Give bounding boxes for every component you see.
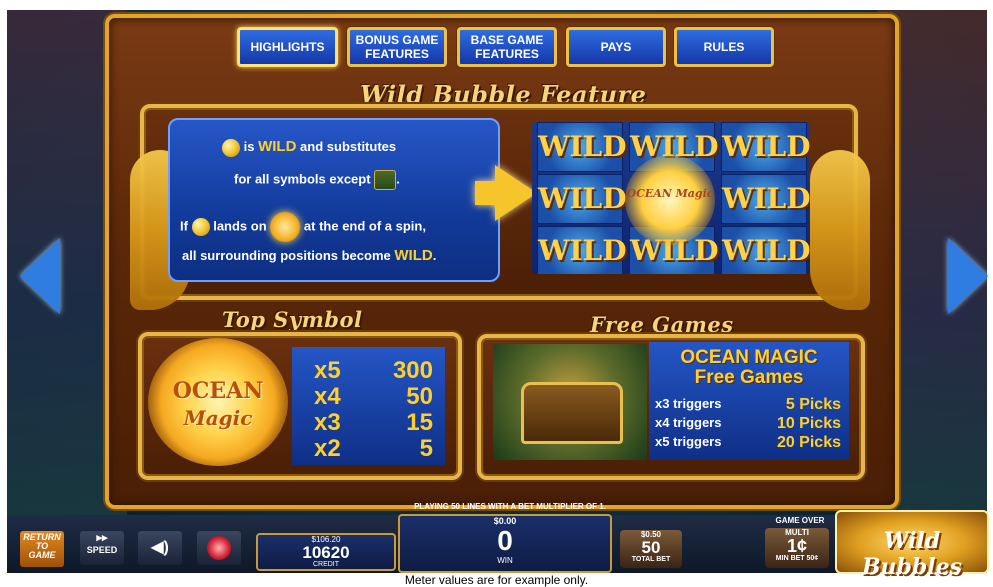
pay-row: x2 5 <box>292 435 445 462</box>
free-games-heading-1: OCEAN MAGIC <box>680 347 818 368</box>
wild-cell: WILD <box>721 122 810 172</box>
description-line-4: all surrounding positions become WILD. <box>182 247 436 264</box>
wild-feature-description-box: is WILD and substitutes for all symbols … <box>168 118 500 282</box>
ocean-magic-symbol: OCEAN Magic <box>148 338 288 466</box>
description-line-3: If lands on at the end of a spin, <box>180 212 426 242</box>
game-over-label: GAME OVER <box>775 516 825 525</box>
top-symbol-title: Top Symbol <box>222 307 363 332</box>
picks-count: 10 Picks <box>776 415 841 432</box>
line4-text: all surrounding positions become <box>182 248 391 263</box>
bet-label: TOTAL BET <box>631 556 671 563</box>
wild-bubbles-logo: Wild Bubbles <box>835 510 989 580</box>
credit-label: CREDIT <box>312 561 340 568</box>
denomination-button[interactable]: MULTI 1¢ MIN BET 50¢ <box>765 528 829 568</box>
pay-value: 15 <box>406 409 433 436</box>
game-icon <box>207 536 231 560</box>
win-meter: $0.00 0 WIN <box>398 514 612 573</box>
wild-cell: WILD <box>537 174 627 224</box>
line1-text-a: is <box>243 139 255 154</box>
pay-value: 50 <box>406 383 433 410</box>
bubble-symbol-icon <box>222 138 240 157</box>
total-bet-meter[interactable]: $0.50 50 TOTAL BET <box>620 530 682 568</box>
center-badge-text: OCEAN Magic <box>626 187 714 200</box>
line1-text-b: and substitutes <box>300 139 397 154</box>
pay-row: x4 50 <box>292 383 445 410</box>
wild-cell: WILD <box>537 122 627 172</box>
tab-highlights[interactable]: HIGHLIGHTS <box>237 27 338 67</box>
description-line-1: is WILD and substitutes <box>222 138 396 157</box>
tab-base-game-features[interactable]: BASE GAME FEATURES <box>457 27 557 67</box>
picks-count: 5 Picks <box>785 396 841 413</box>
denom-value: 1¢ <box>786 536 808 556</box>
wild-word: WILD <box>258 138 297 155</box>
trigger-count: x5 triggers <box>655 434 722 449</box>
speaker-icon: ◀) <box>151 539 169 556</box>
wild-cell: WILD <box>721 226 810 274</box>
pay-value: 300 <box>392 357 433 384</box>
speed-button[interactable]: ▸▸ SPEED <box>80 531 124 565</box>
description-line-2: for all symbols except . <box>234 170 400 190</box>
picks-count: 20 Picks <box>776 434 841 451</box>
credit-value: 10620 <box>302 543 350 562</box>
feature-arrow-icon <box>475 165 537 221</box>
free-games-table: OCEAN MAGIC Free Games x3 triggers 5 Pic… <box>649 342 849 460</box>
min-bet-label: MIN BET 50¢ <box>775 555 819 562</box>
scatter-symbol-icon <box>374 170 397 190</box>
game-menu-button[interactable] <box>197 531 241 565</box>
top-symbol-pay-table: x5 300 x4 50 x3 15 x2 5 <box>292 347 445 465</box>
free-games-row: x4 triggers 10 Picks <box>649 415 849 435</box>
pay-multiplier: x3 <box>314 409 341 436</box>
wild-word: WILD <box>394 247 433 264</box>
tab-pays[interactable]: PAYS <box>566 27 666 67</box>
help-tabs: HIGHLIGHTS BONUS GAME FEATURES BASE GAME… <box>0 27 993 67</box>
line4-end: . <box>432 248 437 263</box>
wild-cell: WILD <box>537 226 627 274</box>
free-games-row: x3 triggers 5 Picks <box>649 396 849 416</box>
bubble-symbol-icon <box>191 218 210 236</box>
mermaid-right-decoration <box>810 150 870 310</box>
previous-page-arrow-icon[interactable] <box>20 238 60 314</box>
lines-message: PLAYING 50 LINES WITH A BET MULTIPLIER O… <box>414 502 606 511</box>
win-label: WIN <box>497 556 513 565</box>
ocean-magic-badge-icon <box>270 212 301 242</box>
next-page-arrow-icon[interactable] <box>948 238 988 314</box>
trigger-count: x4 triggers <box>655 415 722 430</box>
tab-rules[interactable]: RULES <box>674 27 774 67</box>
line3-text-a: lands on <box>213 218 267 234</box>
wild-cell: WILD <box>721 174 810 224</box>
pay-row: x3 15 <box>292 409 445 436</box>
free-games-row: x5 triggers 20 Picks <box>649 434 849 454</box>
symbol-text-magic: Magic <box>183 406 253 430</box>
pay-multiplier: x2 <box>314 435 341 462</box>
treasure-chest-image <box>493 344 647 460</box>
pay-value: 5 <box>419 435 433 462</box>
pay-multiplier: x5 <box>314 357 341 384</box>
tab-bonus-game-features[interactable]: BONUS GAME FEATURES <box>347 27 447 67</box>
symbol-text-ocean: OCEAN <box>172 378 264 404</box>
credit-meter: $106.20 10620 CREDIT <box>256 533 396 571</box>
trigger-count: x3 triggers <box>655 396 722 411</box>
line2-end: . <box>396 171 400 187</box>
speed-icon: ▸▸ <box>96 532 108 544</box>
pay-row: x5 300 <box>292 357 445 384</box>
ocean-magic-center-symbol: OCEAN Magic <box>625 155 715 245</box>
speed-label: SPEED <box>86 545 118 555</box>
volume-button[interactable]: ◀) <box>138 531 182 565</box>
free-games-heading-2: Free Games <box>694 367 804 388</box>
footnote: Meter values are for example only. <box>404 573 589 587</box>
line2-text: for all symbols except <box>234 171 371 187</box>
win-value: 0 <box>497 525 513 556</box>
bet-value: 50 <box>641 538 661 557</box>
treasure-chest-icon <box>521 382 623 444</box>
return-to-game-button[interactable]: RETURN TO GAME <box>20 531 64 567</box>
line3-if: If <box>180 218 188 234</box>
pay-multiplier: x4 <box>314 383 341 410</box>
line3-text-b: at the end of a spin, <box>303 218 426 234</box>
